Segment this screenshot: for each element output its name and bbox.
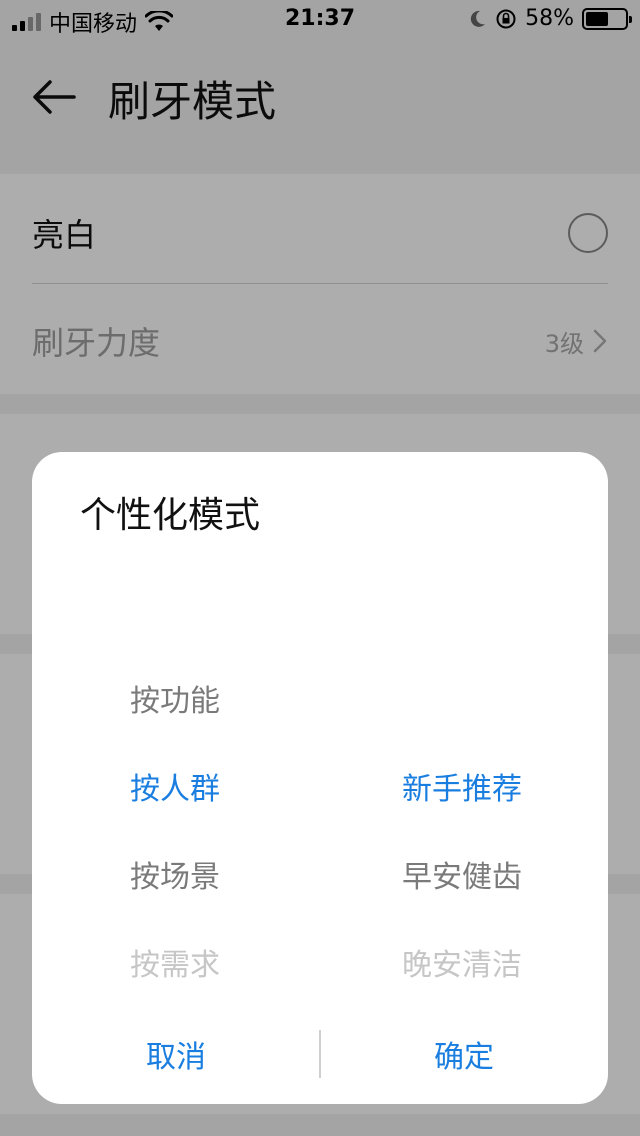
picker-option-selected[interactable]: 新手推荐 [402,764,522,808]
mode-picker[interactable]: 按功能 按人群 按场景 按需求 新手推荐 早安健齿 晚安清洁 [32,652,608,992]
picker-option[interactable]: 晚安清洁 [402,940,522,984]
picker-column-category[interactable]: 按功能 按人群 按场景 按需求 [130,652,350,992]
confirm-button[interactable]: 确定 [320,1004,608,1104]
picker-column-mode[interactable]: 新手推荐 早安健齿 晚安清洁 [402,652,608,992]
dialog-title: 个性化模式 [80,495,261,536]
cancel-button[interactable]: 取消 [32,1004,320,1104]
dialog-actions: 取消 确定 [32,1004,608,1104]
picker-option[interactable]: 按需求 [130,940,220,984]
picker-option[interactable]: 按功能 [130,676,220,720]
picker-option[interactable]: 早安健齿 [402,852,522,896]
personalized-mode-dialog: 个性化模式 按功能 按人群 按场景 按需求 新手推荐 早安健齿 晚安清洁 取消 … [32,452,608,1104]
picker-option[interactable]: 按场景 [130,852,220,896]
picker-option-selected[interactable]: 按人群 [130,764,220,808]
